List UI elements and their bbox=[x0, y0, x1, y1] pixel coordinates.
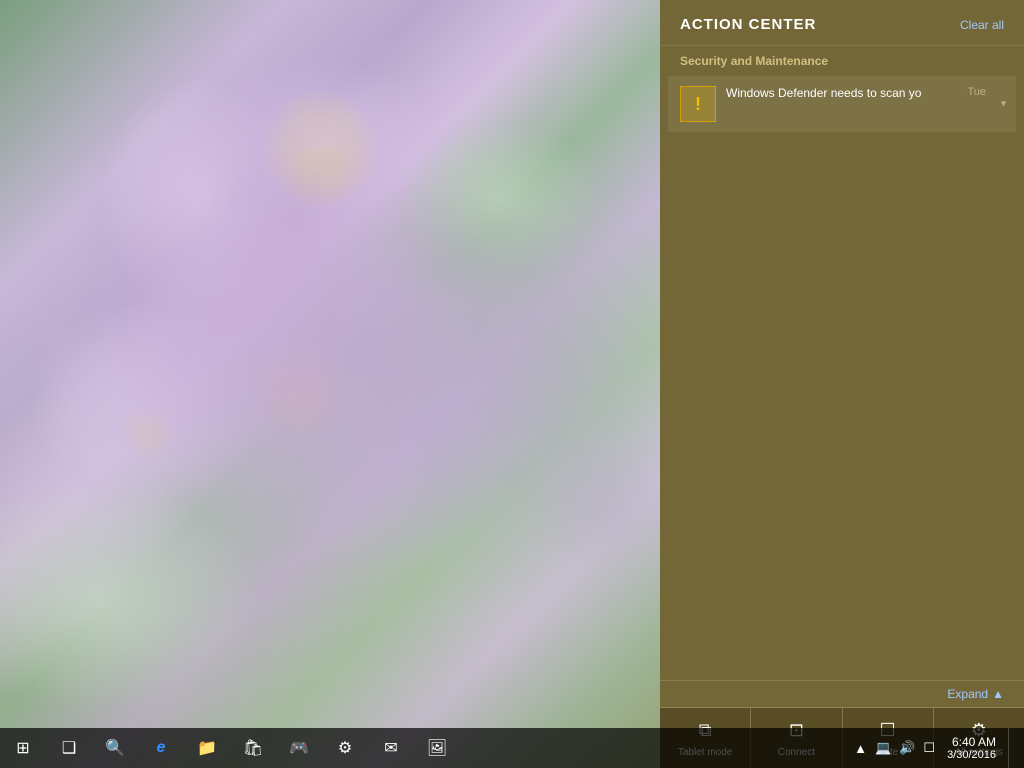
search-button[interactable]: 🔍 bbox=[92, 728, 138, 768]
start-button[interactable]: ⊞ bbox=[0, 728, 46, 768]
notification-time: Tue bbox=[967, 86, 986, 98]
action-center-panel: ACTION CENTER Clear all Security and Mai… bbox=[660, 0, 1024, 768]
notification-tray-icon[interactable]: ☐ bbox=[923, 740, 935, 756]
notification-group-security: Security and Maintenance bbox=[660, 45, 1024, 74]
clock[interactable]: 6:40 AM 3/30/2016 bbox=[943, 735, 1000, 761]
photos-button[interactable]: 🖼 bbox=[414, 728, 460, 768]
notification-item-defender[interactable]: ! Windows Defender needs to scan yo Tue … bbox=[668, 76, 1016, 132]
store-button[interactable]: 🛍 bbox=[230, 728, 276, 768]
chevron-down-icon: ▾ bbox=[1001, 99, 1006, 110]
expand-row: Expand ▲ bbox=[660, 681, 1024, 707]
notification-warning-icon-wrap: ! bbox=[680, 86, 716, 122]
clear-all-button[interactable]: Clear all bbox=[960, 18, 1004, 32]
clock-date: 3/30/2016 bbox=[947, 749, 996, 761]
edge-button[interactable]: e bbox=[138, 728, 184, 768]
warning-icon: ! bbox=[695, 94, 701, 115]
folder-icon: 📁 bbox=[197, 738, 217, 758]
notification-text: Windows Defender needs to scan yo bbox=[726, 86, 926, 100]
notification-content: Windows Defender needs to scan yo bbox=[726, 86, 1004, 100]
action-center-header: ACTION CENTER Clear all bbox=[660, 0, 1024, 45]
volume-icon[interactable]: 🔊 bbox=[899, 740, 915, 756]
desktop-wallpaper bbox=[0, 0, 660, 768]
action-center-title: ACTION CENTER bbox=[680, 16, 816, 33]
file-explorer-button[interactable]: 📁 bbox=[184, 728, 230, 768]
show-desktop-button[interactable] bbox=[1008, 728, 1016, 768]
store-icon: 🛍 bbox=[243, 738, 263, 758]
windows-logo-icon: ⊞ bbox=[16, 738, 29, 758]
expand-label: Expand bbox=[947, 687, 988, 701]
mail-button[interactable]: ✉ bbox=[368, 728, 414, 768]
tray-chevron-icon[interactable]: ▲ bbox=[854, 741, 867, 756]
search-icon: 🔍 bbox=[105, 738, 125, 758]
mail-icon: ✉ bbox=[384, 738, 397, 758]
expand-button[interactable]: Expand ▲ bbox=[947, 687, 1004, 701]
game-button[interactable]: 🎮 bbox=[276, 728, 322, 768]
notifications-area: Security and Maintenance ! Windows Defen… bbox=[660, 45, 1024, 680]
task-view-icon: ❑ bbox=[62, 738, 76, 758]
game-icon: 🎮 bbox=[289, 738, 309, 758]
task-view-button[interactable]: ❑ bbox=[46, 728, 92, 768]
settings-button[interactable]: ⚙ bbox=[322, 728, 368, 768]
gear-icon: ⚙ bbox=[338, 738, 352, 758]
clock-time: 6:40 AM bbox=[952, 735, 996, 749]
photos-icon: 🖼 bbox=[427, 738, 447, 758]
network-icon[interactable]: 💻 bbox=[875, 740, 891, 756]
taskbar: ⊞ ❑ 🔍 e 📁 🛍 🎮 ⚙ ✉ 🖼 bbox=[0, 728, 660, 768]
expand-icon: ▲ bbox=[992, 687, 1004, 701]
edge-icon: e bbox=[157, 739, 166, 757]
system-tray: ▲ 💻 🔊 ☐ 6:40 AM 3/30/2016 bbox=[660, 728, 1024, 768]
